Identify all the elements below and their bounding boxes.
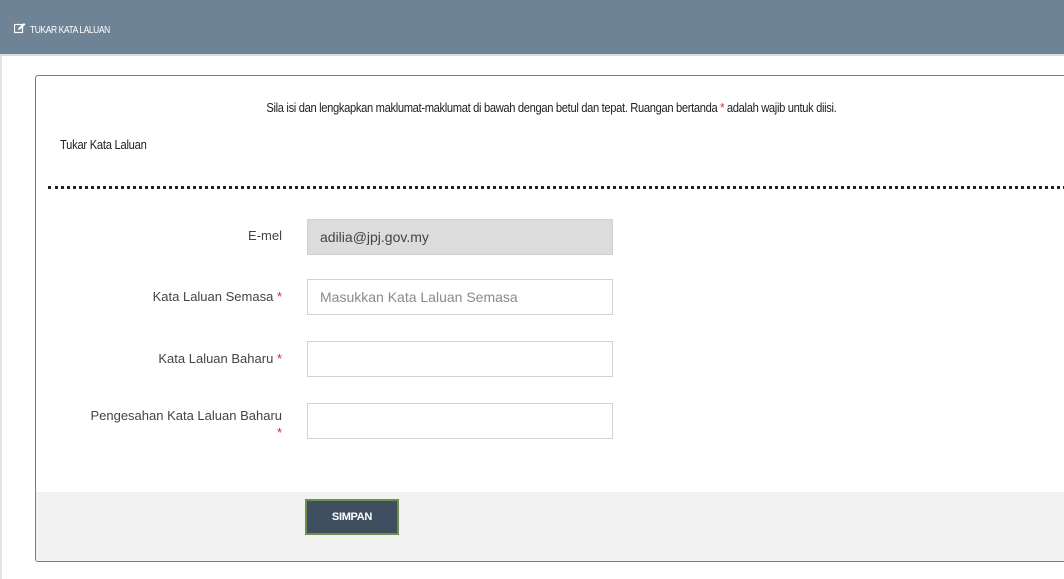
instruction-text-part1: Sila isi dan lengkapkan maklumat-makluma… <box>265 100 720 115</box>
section-divider <box>48 186 1064 189</box>
new-password-label: Kata Laluan Baharu * <box>158 350 282 367</box>
save-button[interactable]: SIMPAN <box>305 499 399 535</box>
current-password-placeholder: Masukkan Kata Laluan Semasa <box>320 289 518 305</box>
left-border <box>0 55 2 579</box>
page-title: TUKAR KATA LALUAN <box>30 24 110 36</box>
instruction-text-part2: adalah wajib untuk diisi. <box>723 100 837 115</box>
required-star: * <box>276 289 282 304</box>
page-header: TUKAR KATA LALUAN <box>0 0 1064 56</box>
email-value: adilia@jpj.gov.my <box>320 229 429 245</box>
instruction-text: Sila isi dan lengkapkan maklumat-makluma… <box>36 100 1064 115</box>
section-title: Tukar Kata Laluan <box>60 137 147 152</box>
required-star: * <box>276 351 282 366</box>
form-footer <box>36 492 1064 561</box>
new-password-label-text: Kata Laluan Baharu <box>158 351 274 366</box>
required-star: * <box>276 425 282 440</box>
email-field[interactable]: adilia@jpj.gov.my <box>307 219 613 255</box>
confirm-password-label-text: Pengesahan Kata Laluan Baharu <box>90 408 282 423</box>
new-password-input[interactable] <box>307 341 613 377</box>
change-password-card: Sila isi dan lengkapkan maklumat-makluma… <box>35 75 1064 562</box>
page-header-title-group: TUKAR KATA LALUAN <box>13 21 124 39</box>
current-password-label: Kata Laluan Semasa * <box>153 288 282 305</box>
email-label: E-mel <box>248 227 282 244</box>
current-password-label-text: Kata Laluan Semasa <box>152 289 274 304</box>
confirm-password-label: Pengesahan Kata Laluan Baharu * <box>90 407 282 441</box>
confirm-password-input[interactable] <box>307 403 613 439</box>
email-label-text: E-mel <box>248 228 282 243</box>
edit-icon <box>13 21 26 39</box>
current-password-input[interactable]: Masukkan Kata Laluan Semasa <box>307 279 613 315</box>
